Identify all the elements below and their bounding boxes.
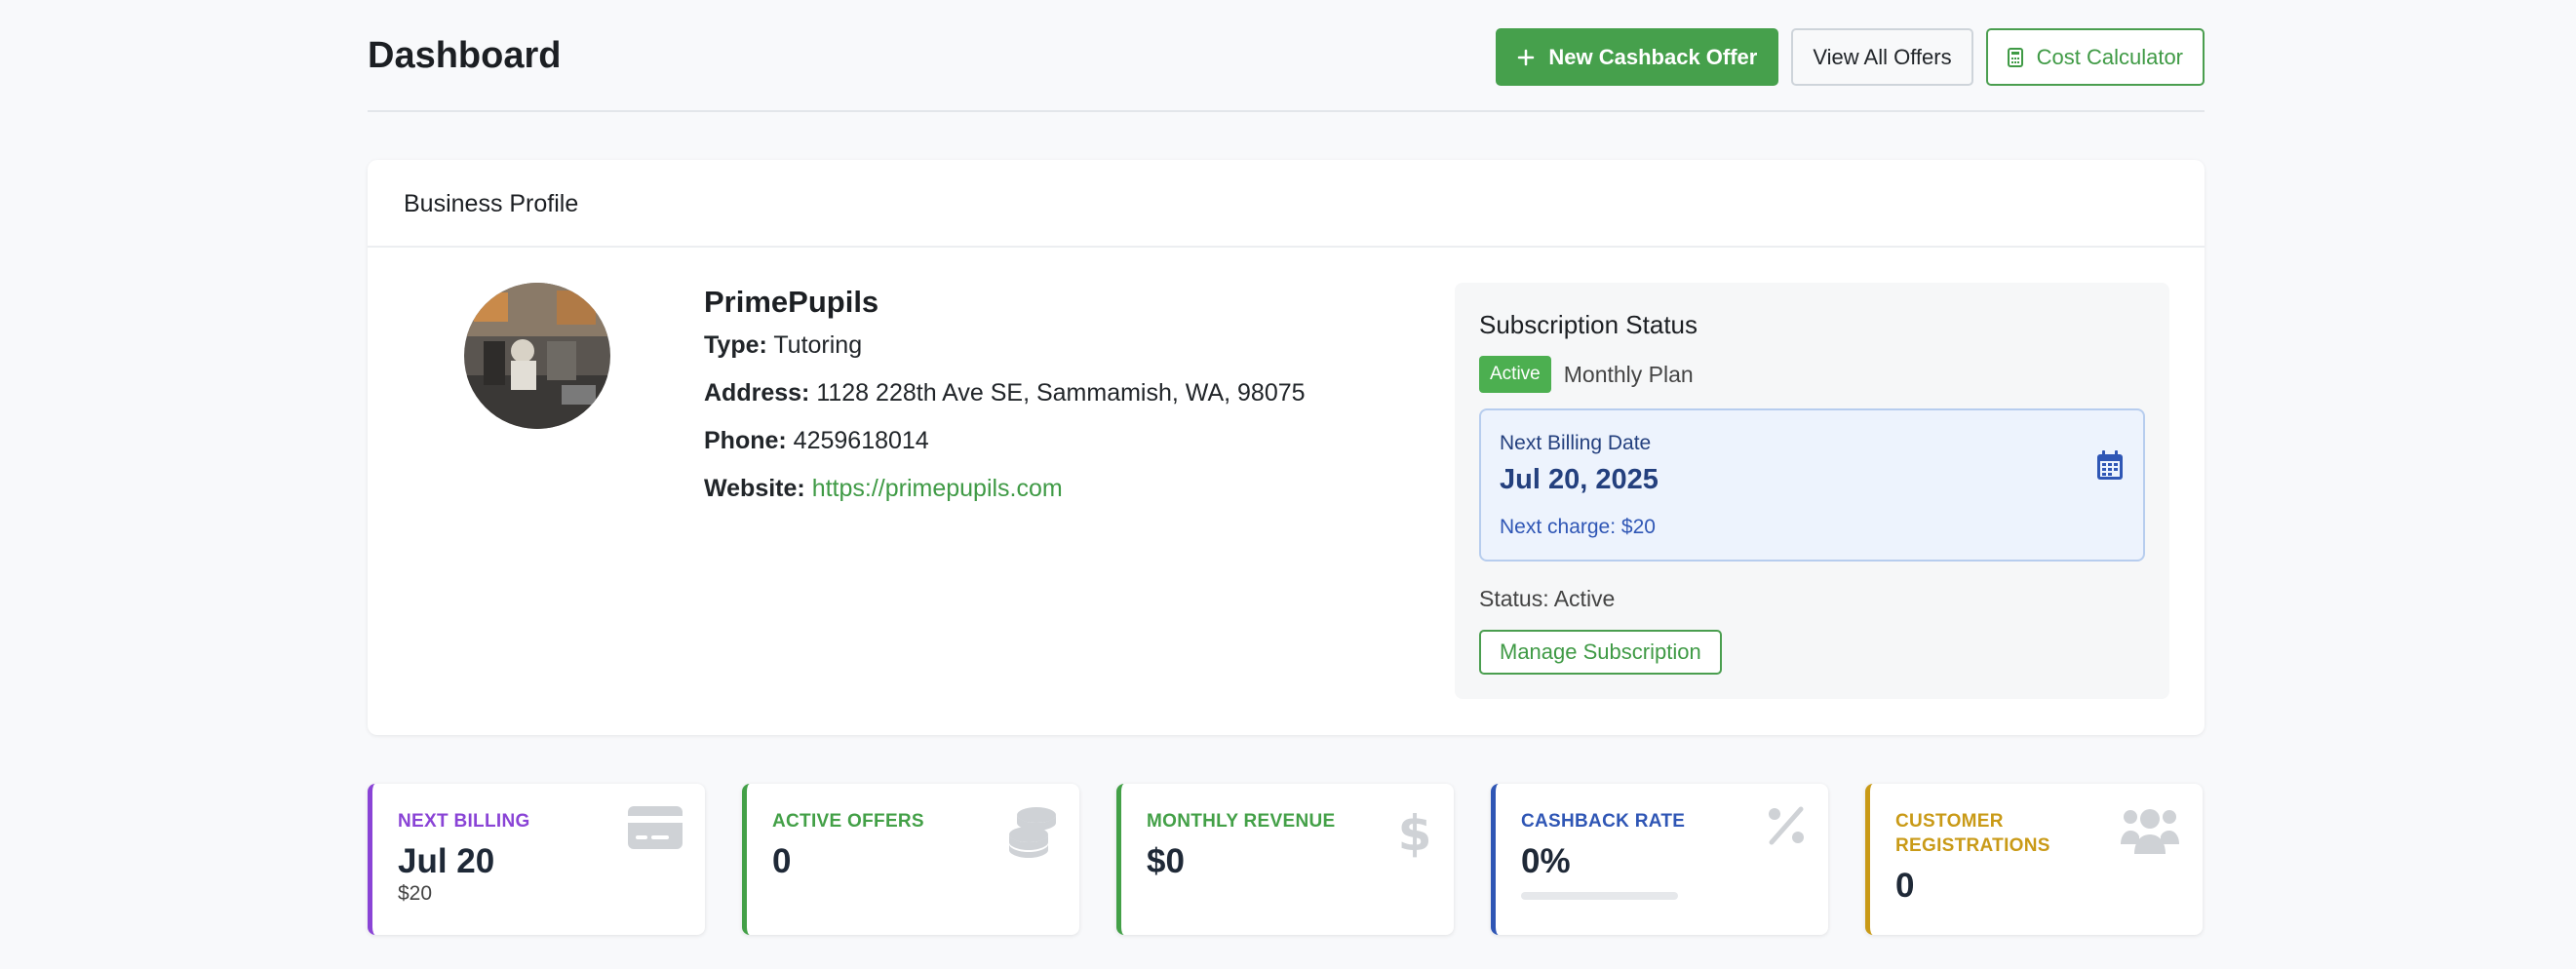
cost-calculator-button[interactable]: Cost Calculator (1985, 28, 2205, 86)
calendar-icon (2096, 449, 2124, 485)
business-avatar (464, 283, 610, 429)
new-cashback-offer-label: New Cashback Offer (1548, 44, 1758, 69)
new-cashback-offer-button[interactable]: New Cashback Offer (1496, 28, 1779, 86)
address-value: 1128 228th Ave SE, Sammamish, WA, 98075 (816, 379, 1306, 407)
view-all-offers-label: View All Offers (1813, 44, 1952, 69)
status-badge: Active (1479, 356, 1551, 393)
card-header: Business Profile (368, 160, 2205, 248)
percent-icon (1766, 805, 1807, 851)
subscription-title: Subscription Status (1479, 310, 1698, 339)
page-header: Dashboard New Cashback Offer View All Of… (368, 0, 2205, 112)
cashback-progress-bar (1521, 892, 1678, 900)
stat-value: $0 (1147, 842, 1185, 880)
address-key: Address: (704, 379, 810, 407)
type-value: Tutoring (773, 331, 863, 359)
dollar-icon: $ (1397, 805, 1432, 863)
stat-value: 0 (1895, 867, 1915, 905)
header-actions: New Cashback Offer View All Offers Cost … (1496, 28, 2205, 86)
cost-calculator-label: Cost Calculator (2036, 44, 2183, 69)
stat-sub: $20 (398, 882, 433, 905)
stat-card-next-billing: NEXT BILLING Jul 20 $20 (368, 784, 705, 935)
card-title: Business Profile (404, 190, 579, 217)
stat-card-cashback-rate: CASHBACK RATE 0% (1491, 784, 1828, 935)
stats-row: NEXT BILLING Jul 20 $20 ACTIVE OFFERS 0 (368, 784, 2205, 935)
website-link[interactable]: https://primepupils.com (812, 475, 1063, 502)
subscription-panel: Subscription Status Active Monthly Plan … (1455, 283, 2169, 699)
coins-icon (1007, 805, 1058, 863)
manage-subscription-button[interactable]: Manage Subscription (1479, 630, 1722, 675)
type-key: Type: (704, 331, 767, 359)
business-type: Type: Tutoring (704, 331, 1306, 360)
stat-value: 0% (1521, 842, 1571, 880)
stat-card-customer-registrations: CUSTOMER REGISTRATIONS 0 (1865, 784, 2203, 935)
next-billing-label: Next Billing Date (1500, 432, 1652, 454)
stat-label: CASHBACK RATE (1521, 811, 1686, 832)
website-key: Website: (704, 475, 805, 502)
stat-label: CUSTOMER REGISTRATIONS (1895, 811, 2050, 856)
credit-card-icon (627, 805, 683, 855)
subscription-badge-row: Active Monthly Plan (1479, 356, 1694, 393)
users-icon (2119, 805, 2181, 859)
stat-label: ACTIVE OFFERS (772, 811, 924, 832)
business-name: PrimePupils (704, 285, 879, 319)
stat-value: 0 (772, 842, 792, 880)
svg-text:$: $ (1398, 805, 1432, 858)
next-billing-box: Next Billing Date Jul 20, 2025 Next char… (1479, 408, 2145, 562)
business-address: Address: 1128 228th Ave SE, Sammamish, W… (704, 379, 1306, 407)
view-all-offers-button[interactable]: View All Offers (1791, 28, 1973, 86)
stat-label: MONTHLY REVENUE (1147, 811, 1336, 832)
dashboard-container: Dashboard New Cashback Offer View All Of… (368, 0, 2205, 935)
stat-card-active-offers: ACTIVE OFFERS 0 (742, 784, 1079, 935)
stat-card-monthly-revenue: MONTHLY REVENUE $0 $ (1116, 784, 1454, 935)
next-charge: Next charge: $20 (1500, 516, 1656, 538)
business-phone: Phone: 4259618014 (704, 427, 1306, 455)
business-website: Website: https://primepupils.com (704, 475, 1306, 503)
business-profile-card: Business Profile PrimePupils Type: Tutor… (368, 160, 2205, 735)
plan-label: Monthly Plan (1563, 361, 1694, 387)
stat-label: NEXT BILLING (398, 811, 530, 832)
stat-value: Jul 20 (398, 842, 495, 880)
subscription-status-text: Status: Active (1479, 586, 1616, 611)
page-title: Dashboard (368, 35, 562, 76)
phone-value: 4259618014 (793, 427, 929, 454)
plus-icon (1517, 49, 1535, 66)
next-billing-date: Jul 20, 2025 (1500, 464, 1659, 495)
phone-key: Phone: (704, 427, 787, 454)
business-info: PrimePupils Type: Tutoring Address: 1128… (704, 285, 1306, 523)
calculator-icon (2007, 47, 2023, 67)
